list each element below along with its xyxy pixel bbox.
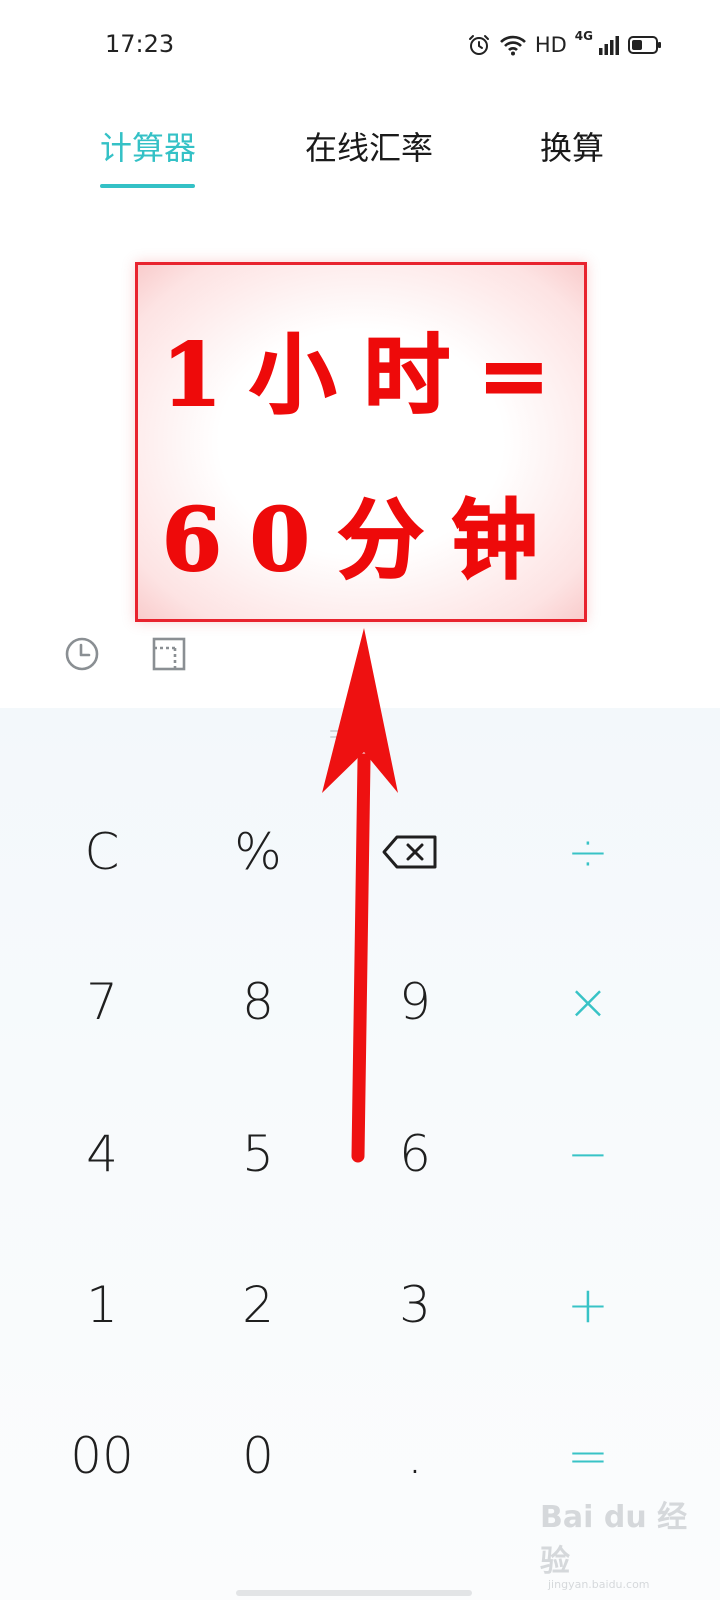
key-multiply[interactable]: ×	[528, 942, 648, 1062]
baidu-watermark: Bai du 经验 jingyan.baidu.com	[540, 1492, 690, 1591]
key-decimal[interactable]: .	[355, 1396, 475, 1516]
signal-icon	[599, 36, 619, 55]
key-2[interactable]: 2	[198, 1245, 318, 1365]
wifi-icon	[499, 35, 526, 56]
key-9[interactable]: 9	[355, 942, 475, 1062]
key-6[interactable]: 6	[355, 1094, 475, 1214]
backspace-icon	[382, 835, 437, 869]
status-icons: HD 4G	[467, 28, 662, 62]
key-3[interactable]: 3	[355, 1245, 475, 1365]
key-5[interactable]: 5	[198, 1094, 318, 1214]
battery-icon	[628, 36, 661, 54]
home-indicator[interactable]	[236, 1590, 472, 1596]
annotation-line-2: 60分钟	[161, 489, 566, 592]
key-0[interactable]: 0	[198, 1396, 318, 1516]
clock-icon[interactable]	[64, 636, 100, 672]
tab-calculator[interactable]: 计算器	[100, 122, 196, 174]
tab-conversion[interactable]: 换算	[540, 122, 604, 174]
key-clear[interactable]: C	[42, 792, 162, 912]
drag-handle[interactable]	[330, 730, 354, 742]
key-add[interactable]: +	[528, 1245, 648, 1365]
key-percent[interactable]: %	[198, 792, 318, 912]
scientific-toggle-icon[interactable]	[151, 636, 187, 672]
status-time: 17:23	[105, 30, 175, 58]
active-tab-indicator	[100, 184, 195, 188]
key-subtract[interactable]: −	[528, 1094, 648, 1214]
key-8[interactable]: 8	[198, 942, 318, 1062]
watermark-logo-text: Bai du 经验	[540, 1500, 688, 1579]
key-divide[interactable]: ÷	[528, 792, 648, 912]
key-double-zero[interactable]: 00	[42, 1396, 162, 1516]
key-4[interactable]: 4	[42, 1094, 162, 1214]
alarm-icon	[468, 35, 489, 55]
key-7[interactable]: 7	[42, 942, 162, 1062]
watermark-url: jingyan.baidu.com	[548, 1578, 650, 1591]
status-bar: 17:23 HD 4G	[0, 0, 720, 92]
annotation-box: 1小时= 60分钟	[135, 262, 587, 622]
tab-exchange-rate[interactable]: 在线汇率	[305, 122, 433, 174]
annotation-line-1: 1小时=	[161, 324, 578, 427]
tab-bar: 计算器 在线汇率 换算	[0, 122, 720, 202]
key-1[interactable]: 1	[42, 1245, 162, 1365]
key-backspace[interactable]	[350, 792, 470, 912]
hd-label: HD	[534, 33, 567, 57]
network-type-label: 4G	[574, 29, 593, 43]
